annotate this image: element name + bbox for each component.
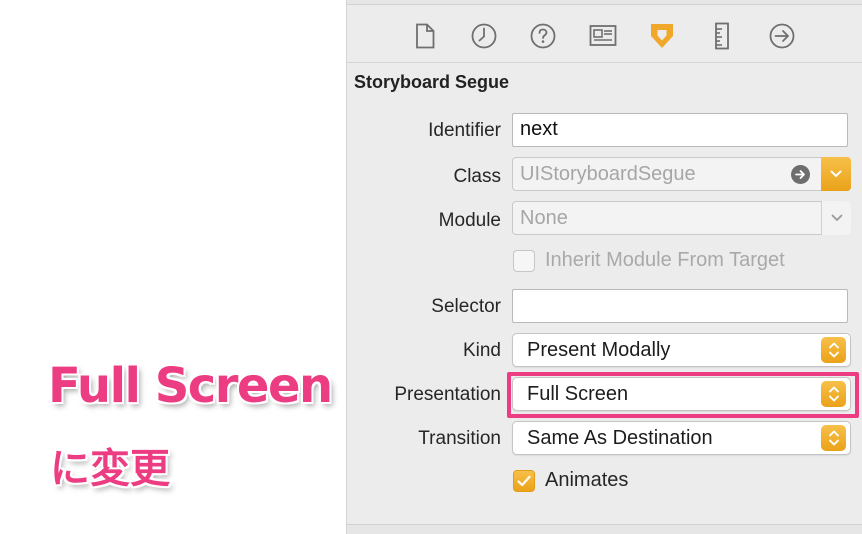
module-combobox[interactable]: None <box>512 201 851 235</box>
panel-bottom-edge <box>347 524 862 534</box>
attributes-icon <box>651 24 673 48</box>
up-down-chevron-icon <box>821 337 846 363</box>
tab-size-inspector[interactable] <box>704 16 740 56</box>
panel-top-edge <box>347 0 862 5</box>
transition-value: Same As Destination <box>527 427 713 449</box>
file-icon <box>416 23 435 49</box>
inherit-module-checkbox[interactable]: Inherit Module From Target <box>513 249 785 272</box>
go-to-class-arrow-icon[interactable] <box>791 165 810 184</box>
identity-icon <box>589 25 617 46</box>
annotation-title: Full Screen <box>48 358 333 414</box>
connections-icon <box>769 23 795 49</box>
presentation-popup-button[interactable]: Full Screen <box>512 377 851 411</box>
identifier-label: Identifier <box>428 120 501 141</box>
class-label: Class <box>453 166 501 187</box>
class-value: UIStoryboardSegue <box>520 163 696 185</box>
identifier-field[interactable]: next <box>512 113 848 147</box>
tab-identity-inspector[interactable] <box>585 16 621 56</box>
up-down-chevron-icon <box>821 425 846 451</box>
module-label: Module <box>438 210 501 231</box>
tab-quick-help-inspector[interactable] <box>525 16 561 56</box>
selector-label: Selector <box>431 296 501 317</box>
tab-file-inspector[interactable] <box>407 16 443 56</box>
kind-label: Kind <box>462 340 501 361</box>
ruler-icon <box>715 22 729 50</box>
transition-label: Transition <box>418 428 501 449</box>
presentation-value: Full Screen <box>527 383 629 405</box>
up-down-chevron-icon <box>821 381 846 407</box>
animates-checkbox[interactable]: Animates <box>513 469 628 492</box>
checkmark-icon <box>513 469 535 492</box>
animates-label: Animates <box>545 469 629 491</box>
clock-icon <box>471 23 497 49</box>
class-dropdown-button[interactable] <box>821 157 851 191</box>
tab-attributes-inspector[interactable] <box>644 16 680 56</box>
module-value: None <box>520 207 568 229</box>
tab-connections-inspector[interactable] <box>764 16 800 56</box>
inherit-module-check <box>513 249 535 272</box>
help-icon <box>530 23 556 49</box>
inherit-module-label: Inherit Module From Target <box>545 249 785 271</box>
tab-bar-divider <box>347 62 862 63</box>
chevron-down-icon <box>830 170 842 178</box>
inspector-tab-bar <box>347 16 862 56</box>
class-combobox[interactable]: UIStoryboardSegue <box>512 157 851 191</box>
module-dropdown-button[interactable] <box>821 201 851 235</box>
selector-field[interactable] <box>512 289 848 323</box>
attributes-inspector-panel: Storyboard Segue Identifier next Class U… <box>346 0 862 534</box>
annotation-subtitle: に変更 <box>50 446 170 492</box>
tab-history-inspector[interactable] <box>466 16 502 56</box>
transition-popup-button[interactable]: Same As Destination <box>512 421 851 455</box>
chevron-down-icon <box>831 214 842 222</box>
kind-value: Present Modally <box>527 339 671 361</box>
presentation-label: Presentation <box>394 384 501 405</box>
section-title: Storyboard Segue <box>354 72 510 92</box>
kind-popup-button[interactable]: Present Modally <box>512 333 851 367</box>
annotation-area: Full Screen に変更 <box>0 0 346 534</box>
